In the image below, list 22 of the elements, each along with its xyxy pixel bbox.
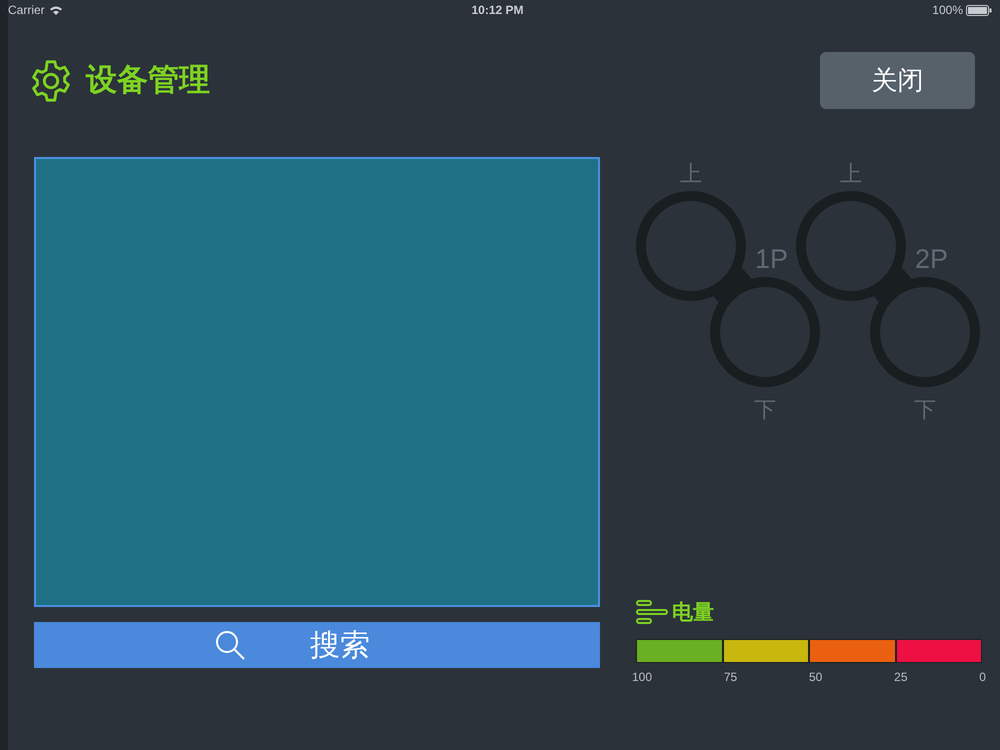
direction-label: 上 <box>840 160 862 188</box>
scale-label: 25 <box>894 668 908 686</box>
battery-icon <box>966 4 992 16</box>
scale-label: 75 <box>724 668 738 686</box>
direction-label: 下 <box>754 396 776 424</box>
search-button[interactable]: 搜索 <box>34 622 600 668</box>
scale-label: 0 <box>979 668 986 686</box>
battery-title: 电量 <box>672 600 714 626</box>
page-title: 设备管理 <box>86 61 210 100</box>
direction-label: 下 <box>914 396 936 424</box>
wifi-icon <box>48 5 63 15</box>
direction-label: 上 <box>680 160 702 188</box>
battery-percent: 100% <box>932 2 963 19</box>
player-label: 2P <box>915 243 948 276</box>
list-icon <box>636 600 668 626</box>
search-icon <box>214 629 246 661</box>
close-button[interactable]: 关闭 <box>820 52 975 109</box>
clock-text: 10:12 PM <box>471 2 524 19</box>
player-label: 1P <box>755 243 788 276</box>
carrier-text: Carrier <box>8 2 45 19</box>
scale-label: 50 <box>808 668 822 686</box>
scale-label: 100 <box>632 668 652 686</box>
